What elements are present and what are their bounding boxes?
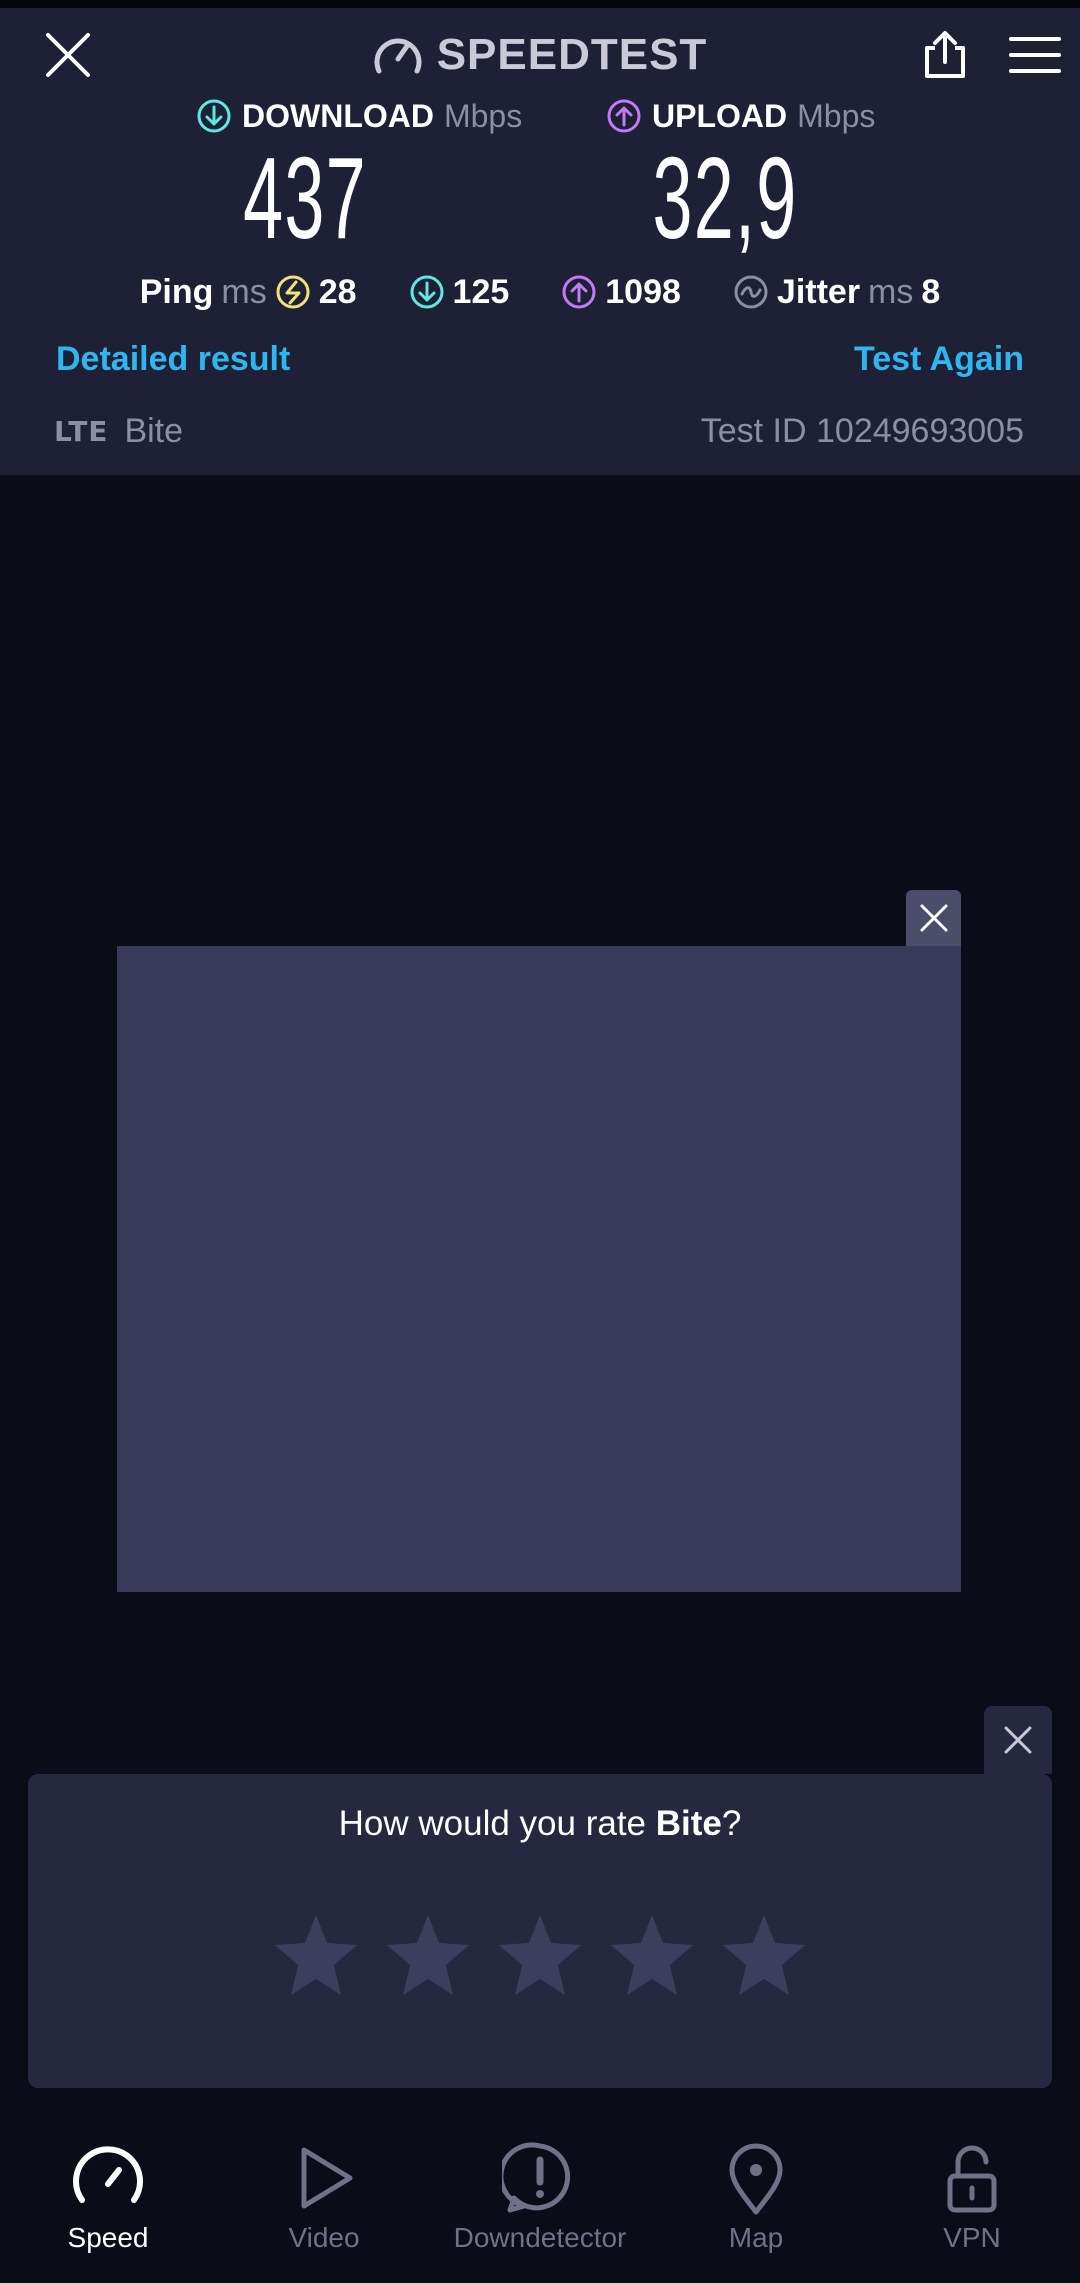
- ping-label: Ping: [139, 272, 214, 311]
- connection-info: LTE Bite: [54, 408, 183, 454]
- star-icon[interactable]: [271, 1910, 361, 2000]
- nav-item-speed[interactable]: Speed: [0, 2120, 216, 2283]
- ping-download-value: 125: [452, 272, 510, 311]
- provider-name: Bite: [124, 411, 184, 450]
- ping-download-stat: 125: [409, 272, 510, 312]
- upload-header: UPLOAD Mbps: [606, 96, 875, 136]
- ping-idle-value: 28: [318, 272, 357, 311]
- nav-item-downdetector[interactable]: Downdetector: [432, 2120, 648, 2283]
- latency-stats-row: Ping ms 28 125 1098 Jitter ms 8: [0, 262, 1080, 322]
- upload-label: UPLOAD: [652, 97, 788, 134]
- download-unit: Mbps: [443, 97, 523, 134]
- nav-label-map: Map: [728, 2222, 784, 2253]
- jitter-stat: Jitter ms 8: [733, 273, 940, 312]
- ping-upload-stat: 1098: [561, 273, 681, 312]
- ping-download-icon: [410, 275, 444, 309]
- nav-label-video: Video: [288, 2222, 360, 2253]
- bottom-nav: Speed Video Downdetector Map VPN: [0, 2120, 1080, 2283]
- star-icon[interactable]: [719, 1910, 809, 2000]
- jitter-icon: [734, 275, 768, 309]
- status-strip: [0, 0, 1080, 8]
- map-pin-icon: [729, 2143, 783, 2215]
- rating-stars: [28, 1910, 1052, 2010]
- speedometer-logo-icon: [374, 38, 422, 74]
- test-id: Test ID 10249693005: [700, 412, 1024, 450]
- close-icon: [1004, 1726, 1032, 1754]
- ad-panel[interactable]: [117, 946, 961, 1592]
- ping-upload-icon: [562, 275, 596, 309]
- star-icon[interactable]: [383, 1910, 473, 2000]
- ping-idle-icon: [276, 275, 310, 309]
- ping-unit: ms: [221, 272, 267, 311]
- rating-close-button[interactable]: [984, 1706, 1052, 1774]
- nav-item-video[interactable]: Video: [216, 2120, 432, 2283]
- jitter-value: 8: [921, 272, 941, 311]
- network-type-badge: LTE: [54, 414, 109, 448]
- share-button[interactable]: [910, 20, 980, 90]
- nav-label-speed: Speed: [67, 2222, 149, 2253]
- rating-provider: Bite: [655, 1804, 722, 1843]
- play-icon: [301, 2147, 353, 2209]
- ping-stat: Ping ms 28: [140, 273, 357, 312]
- jitter-label: Jitter: [776, 272, 861, 311]
- unlock-icon: [947, 2145, 997, 2213]
- speedometer-icon: [73, 2146, 143, 2203]
- app-title-text: SPEEDTEST: [436, 30, 708, 79]
- star-icon[interactable]: [607, 1910, 697, 2000]
- nav-label-vpn: VPN: [943, 2222, 1001, 2253]
- upload-arrow-icon: [607, 99, 641, 133]
- test-again-link[interactable]: Test Again: [800, 336, 1024, 382]
- menu-button[interactable]: [1000, 20, 1070, 90]
- download-arrow-icon: [197, 99, 231, 133]
- nav-item-map[interactable]: Map: [648, 2120, 864, 2283]
- rating-question-suffix: ?: [721, 1804, 742, 1843]
- upload-value: 32,9: [652, 133, 798, 263]
- download-value: 437: [243, 133, 367, 263]
- rating-question: How would you rate Bite?: [28, 1804, 1052, 1844]
- ad-close-button[interactable]: [906, 890, 961, 946]
- rating-question-prefix: How would you rate: [338, 1804, 656, 1843]
- download-header: DOWNLOAD Mbps: [196, 96, 522, 136]
- hamburger-menu-icon: [1009, 37, 1061, 73]
- ping-upload-value: 1098: [605, 272, 681, 311]
- share-icon: [925, 31, 965, 78]
- upload-unit: Mbps: [797, 97, 876, 134]
- star-icon[interactable]: [495, 1910, 585, 2000]
- jitter-unit: ms: [868, 272, 914, 311]
- nav-label-downdetector: Downdetector: [453, 2222, 627, 2253]
- nav-item-vpn[interactable]: VPN: [864, 2120, 1080, 2283]
- alert-icon: [502, 2142, 571, 2213]
- close-icon: [920, 904, 947, 932]
- download-label: DOWNLOAD: [242, 97, 434, 134]
- detailed-result-link[interactable]: Detailed result: [56, 336, 290, 382]
